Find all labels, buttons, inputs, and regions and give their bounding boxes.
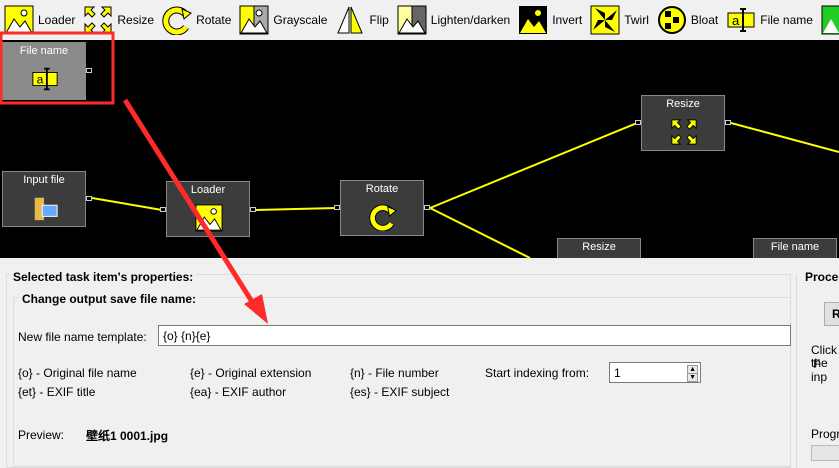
output-port[interactable] bbox=[250, 207, 256, 212]
lighten-darken-icon bbox=[397, 5, 427, 35]
tool-flip[interactable]: Flip bbox=[335, 5, 389, 35]
tool-twirl[interactable]: Twirl bbox=[590, 5, 649, 35]
node-resize[interactable]: Resize bbox=[641, 95, 725, 151]
template-input[interactable]: {o} {n}{e} bbox=[158, 325, 791, 346]
tool-label: Grayscale bbox=[273, 13, 328, 27]
node-title: Rotate bbox=[365, 183, 399, 195]
output-port[interactable] bbox=[86, 196, 92, 201]
grayscale-icon bbox=[239, 5, 269, 35]
tool-invert[interactable]: Invert bbox=[518, 5, 582, 35]
process-title: Proce bbox=[805, 270, 839, 284]
svg-text:a: a bbox=[37, 73, 44, 87]
tool-label: Bloat bbox=[690, 13, 719, 27]
tool-grayscale[interactable]: Grayscale bbox=[239, 5, 327, 35]
file-name-icon: a bbox=[727, 8, 755, 32]
tool-lighten-darken[interactable]: Lighten/darken bbox=[397, 5, 510, 35]
hint: {n} - File number bbox=[350, 366, 439, 380]
properties-title: Selected task item's properties: bbox=[10, 270, 197, 284]
bloat-icon bbox=[657, 6, 686, 34]
tool-loader[interactable]: Loader bbox=[4, 5, 75, 35]
template-label: New file name template: bbox=[18, 330, 147, 344]
properties-panel: Selected task item's properties: Change … bbox=[6, 266, 791, 468]
tool-label: Loader bbox=[38, 13, 76, 27]
node-file-name[interactable]: File name a bbox=[2, 42, 86, 100]
run-button[interactable]: R bbox=[824, 302, 839, 326]
tool-label: File name bbox=[760, 13, 813, 27]
tool-label: Twirl bbox=[624, 13, 649, 27]
node-rotate[interactable]: Rotate bbox=[340, 180, 424, 236]
start-index-label: Start indexing from: bbox=[485, 366, 590, 380]
input-port[interactable] bbox=[160, 207, 166, 212]
node-title: Loader bbox=[190, 184, 226, 196]
output-port[interactable] bbox=[424, 205, 430, 210]
image-icon bbox=[821, 5, 839, 35]
tool-label: Rotate bbox=[196, 13, 232, 27]
spin-down-icon[interactable]: ▼ bbox=[687, 373, 698, 382]
hint: {e} - Original extension bbox=[190, 366, 312, 380]
connection-line bbox=[429, 122, 638, 209]
folder-image-icon bbox=[34, 197, 58, 221]
hint: {ea} - EXIF author bbox=[190, 385, 287, 399]
node-resize[interactable]: Resize bbox=[557, 238, 641, 258]
svg-text:a: a bbox=[732, 13, 740, 28]
tool-rotate[interactable]: Rotate bbox=[162, 5, 231, 35]
tool-more[interactable] bbox=[821, 5, 839, 35]
hint: {o} - Original file name bbox=[18, 366, 137, 380]
start-index-spinner[interactable]: 1 ▲ ▼ bbox=[609, 362, 701, 383]
output-port[interactable] bbox=[725, 120, 731, 125]
node-title: File name bbox=[770, 241, 820, 253]
group-title: Change output save file name: bbox=[19, 292, 200, 306]
rotate-icon bbox=[162, 6, 192, 35]
tool-label: Resize bbox=[117, 13, 155, 27]
preview-value: 壁纸1 0001.jpg bbox=[86, 429, 169, 443]
output-port[interactable] bbox=[86, 68, 92, 73]
run-button-label: R bbox=[832, 307, 839, 321]
progress-bar bbox=[811, 445, 839, 461]
hint: {et} - EXIF title bbox=[18, 385, 96, 399]
connection-line bbox=[91, 197, 163, 211]
process-hint: the inp bbox=[811, 356, 828, 384]
node-loader[interactable]: Loader bbox=[166, 181, 250, 237]
process-panel: Proce R Click 'F the inp Progre bbox=[796, 270, 839, 468]
connection-line bbox=[255, 207, 337, 211]
node-file-name[interactable]: File name bbox=[753, 238, 837, 258]
input-port[interactable] bbox=[334, 205, 340, 210]
node-title: Input file bbox=[23, 174, 65, 186]
tool-resize[interactable]: Resize bbox=[83, 5, 154, 35]
node-title: Resize bbox=[582, 241, 616, 253]
node-title: Resize bbox=[666, 98, 700, 110]
toolbar: Loader Resize Rotate Grayscale Flip Ligh… bbox=[0, 0, 839, 40]
spinner-value: 1 bbox=[614, 366, 621, 380]
loader-icon bbox=[195, 204, 223, 232]
rotate-icon bbox=[369, 204, 397, 231]
node-input-file[interactable]: Input file bbox=[2, 171, 86, 227]
resize-icon bbox=[84, 6, 112, 34]
tool-label: Flip bbox=[369, 13, 389, 27]
loader-icon bbox=[4, 5, 34, 35]
resize-icon bbox=[671, 119, 697, 145]
node-title: File name bbox=[19, 45, 69, 57]
tool-file-name[interactable]: a File name bbox=[726, 5, 813, 35]
tool-label: Lighten/darken bbox=[430, 13, 511, 27]
connection-line bbox=[730, 122, 839, 153]
progress-label: Progre bbox=[811, 427, 839, 441]
tool-bloat[interactable]: Bloat bbox=[657, 5, 718, 35]
invert-icon bbox=[519, 6, 548, 34]
preview-label: Preview: bbox=[18, 428, 65, 442]
connection-line bbox=[429, 207, 531, 258]
flip-icon bbox=[337, 6, 364, 34]
hint: {es} - EXIF subject bbox=[350, 385, 450, 399]
input-port[interactable] bbox=[635, 120, 641, 125]
workflow-canvas[interactable]: File name a Input file Loader Rotate Resi… bbox=[0, 40, 839, 258]
twirl-icon bbox=[590, 5, 620, 35]
file-name-icon: a bbox=[32, 67, 58, 91]
tool-label: Invert bbox=[552, 13, 583, 27]
